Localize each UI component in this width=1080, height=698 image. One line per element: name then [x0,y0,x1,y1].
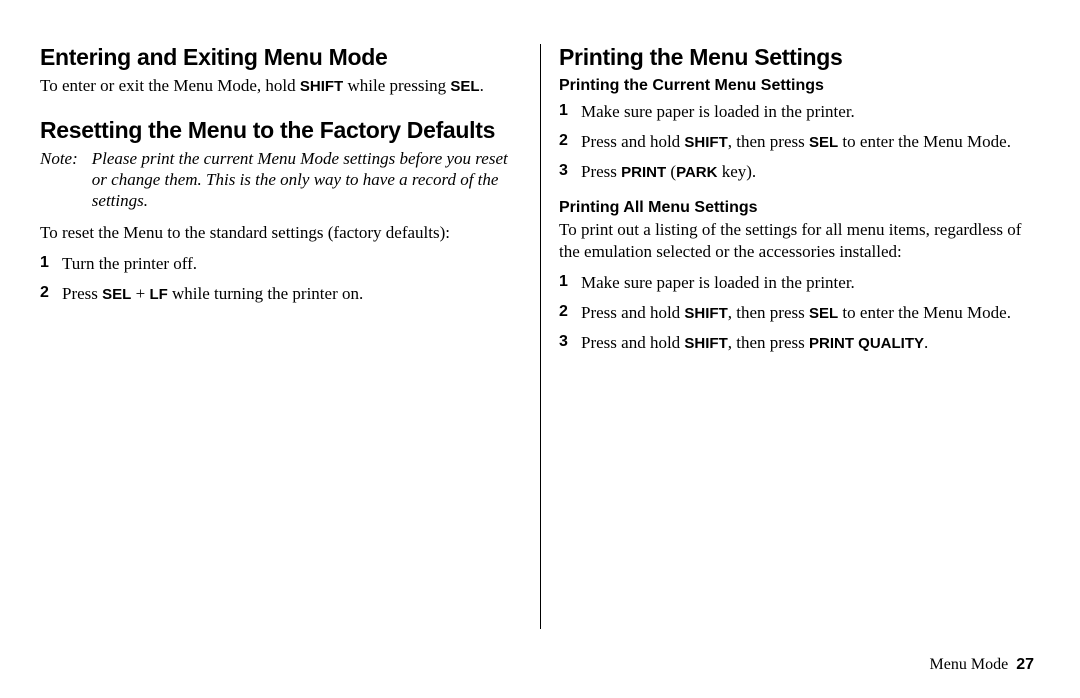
note-block: Note: Please print the current Menu Mode… [40,148,522,212]
key-shift: SHIFT [684,335,727,352]
left-column: Entering and Exiting Menu Mode To enter … [40,44,540,629]
key-shift: SHIFT [300,78,343,95]
text-fragment: Press [581,162,621,181]
subheading-current-settings: Printing the Current Menu Settings [559,77,1040,95]
key-print-quality: PRINT QUALITY [809,335,924,352]
text-fragment: , then press [728,132,809,151]
steps-print-current: Make sure paper is loaded in the printer… [559,99,1040,189]
key-shift: SHIFT [684,134,727,151]
two-column-layout: Entering and Exiting Menu Mode To enter … [40,44,1040,629]
text-fragment: key). [717,162,756,181]
heading-resetting: Resetting the Menu to the Factory Defaul… [40,117,522,144]
heading-printing-settings: Printing the Menu Settings [559,44,1040,71]
text-fragment: + [131,284,149,303]
page-footer: Menu Mode 27 [930,656,1034,674]
steps-reset: Turn the printer off. Press SEL + LF whi… [40,251,522,311]
key-print: PRINT [621,164,666,181]
heading-entering-exiting: Entering and Exiting Menu Mode [40,44,522,71]
text-fragment: to enter the Menu Mode. [838,132,1011,151]
text-fragment: Press and hold [581,333,684,352]
key-shift: SHIFT [684,305,727,322]
para-all-settings-intro: To print out a listing of the settings f… [559,219,1040,262]
step-item: Press SEL + LF while turning the printer… [40,281,522,311]
step-item: Turn the printer off. [40,251,522,281]
step-item: Press and hold SHIFT, then press SEL to … [559,300,1040,330]
step-item: Make sure paper is loaded in the printer… [559,99,1040,129]
text-fragment: while turning the printer on. [168,284,363,303]
steps-print-all: Make sure paper is loaded in the printer… [559,270,1040,360]
key-sel: SEL [809,305,838,322]
para-reset-intro: To reset the Menu to the standard settin… [40,222,522,243]
key-lf: LF [149,286,167,303]
para-enter-exit: To enter or exit the Menu Mode, hold SHI… [40,75,522,97]
note-label: Note: [40,148,78,212]
text-fragment: Press and hold [581,303,684,322]
key-sel: SEL [809,134,838,151]
step-item: Press PRINT (PARK key). [559,159,1040,189]
text-fragment: while pressing [343,76,450,95]
step-item: Make sure paper is loaded in the printer… [559,270,1040,300]
right-column: Printing the Menu Settings Printing the … [540,44,1040,629]
text-fragment: , then press [728,333,809,352]
text-fragment: to enter the Menu Mode. [838,303,1011,322]
subheading-all-settings: Printing All Menu Settings [559,199,1040,217]
text-fragment: , then press [728,303,809,322]
text-fragment: To enter or exit the Menu Mode, hold [40,76,300,95]
step-item: Press and hold SHIFT, then press SEL to … [559,129,1040,159]
text-fragment: Press and hold [581,132,684,151]
text-fragment: Press [62,284,102,303]
step-item: Press and hold SHIFT, then press PRINT Q… [559,330,1040,360]
text-fragment: . [924,333,928,352]
text-fragment: ( [666,162,676,181]
footer-section: Menu Mode [930,656,1009,673]
page-number: 27 [1016,656,1034,673]
manual-page: Entering and Exiting Menu Mode To enter … [0,0,1080,698]
text-fragment: . [480,76,484,95]
key-park: PARK [676,164,717,181]
note-text: Please print the current Menu Mode setti… [92,148,522,212]
key-sel: SEL [102,286,131,303]
key-sel: SEL [450,78,479,95]
